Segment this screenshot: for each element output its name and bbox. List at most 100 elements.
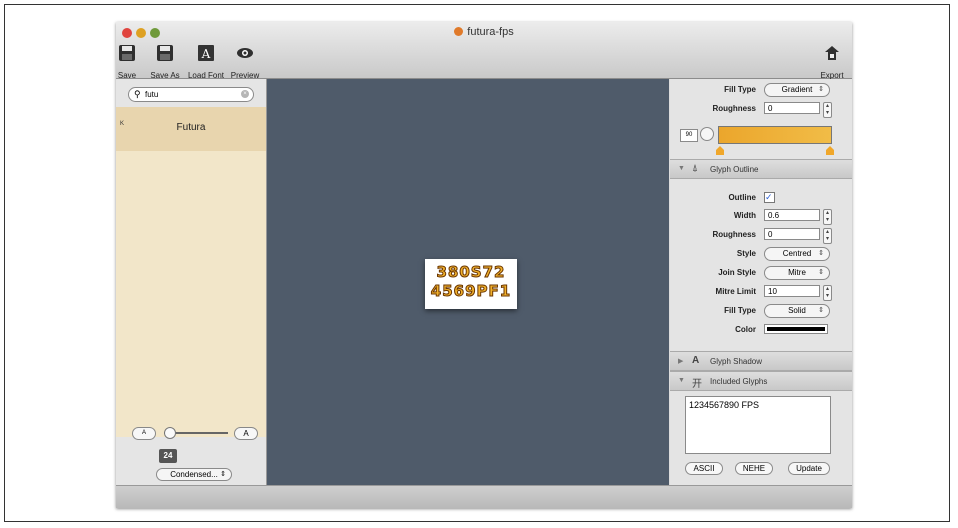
eye-icon — [237, 48, 253, 58]
select-arrows-icon: ⇕ — [220, 471, 226, 478]
font-search-field[interactable]: ⚲ futu × — [128, 87, 254, 102]
font-list-item[interactable]: K Futura — [116, 107, 266, 151]
outline-color-well[interactable] — [764, 324, 828, 334]
glyphs-character-icon: 开 — [692, 379, 702, 390]
font-name: Futura — [176, 122, 206, 133]
font-style-select-value: Condensed... — [170, 470, 218, 479]
preview-canvas: 380S72 4569PF1 — [267, 79, 669, 485]
disclosure-closed-icon: ▶ — [678, 358, 684, 365]
decrease-size-button[interactable]: A — [132, 427, 156, 440]
color-swatch — [767, 327, 825, 331]
fill-type-value: Gradient — [781, 85, 813, 94]
window-title-text: futura-fps — [467, 26, 514, 38]
glyph-shadow-header[interactable]: ▶ A Glyph Shadow — [670, 351, 852, 371]
shadow-a-icon: A — [692, 355, 700, 366]
select-arrows-icon: ⇕ — [818, 269, 824, 276]
font-size-value: 24 — [159, 449, 177, 463]
disclosure-open-icon: ▼ — [678, 377, 685, 384]
gradient-angle-dial[interactable] — [700, 127, 714, 141]
mitre-limit-input[interactable]: 10 — [764, 285, 820, 297]
preview-glyph-line-1: 380S72 — [436, 263, 506, 282]
fill-roughness-row: Roughness 0 ▴ ▾ — [670, 100, 852, 118]
font-sidebar: ⚲ futu × K Futura A A 24 Condensed... ⇕ — [116, 79, 267, 485]
ascii-button[interactable]: ASCII — [685, 462, 723, 475]
outline-style-row: Style Centred ⇕ — [670, 245, 852, 263]
outline-width-stepper[interactable]: ▴ ▾ — [823, 209, 832, 225]
outline-fill-type-select[interactable]: Solid ⇕ — [764, 304, 830, 318]
gradient-stop-left-icon[interactable] — [716, 142, 724, 160]
select-arrows-icon: ⇕ — [818, 86, 824, 93]
included-glyphs-textarea[interactable]: 1234567890 FPS — [685, 396, 831, 454]
gradient-bar[interactable] — [718, 126, 832, 144]
inspector-panel: Fill Type Gradient ⇕ Roughness 0 ▴ ▾ 90 ▼ … — [670, 79, 852, 485]
join-style-select[interactable]: Mitre ⇕ — [764, 266, 830, 280]
export-button[interactable]: Export — [816, 44, 848, 80]
save-as-button[interactable]: Save As — [146, 44, 184, 80]
glyph-outline-header[interactable]: ▼ ⍋ Glyph Outline — [670, 159, 852, 179]
select-arrows-icon: ⇕ — [818, 250, 824, 257]
status-bar — [116, 485, 852, 508]
texture-preview: 380S72 4569PF1 — [425, 259, 517, 309]
title-bar: futura-fps Save Save As A Load Font Prev… — [116, 22, 852, 80]
fill-type-label: Fill Type — [724, 85, 756, 94]
gradient-angle-input[interactable]: 90 — [680, 129, 698, 142]
join-style-value: Mitre — [788, 268, 806, 277]
outline-width-input[interactable]: 0.6 — [764, 209, 820, 221]
outline-roughness-stepper[interactable]: ▴ ▾ — [823, 228, 832, 244]
preview-button[interactable]: Preview — [228, 44, 262, 80]
included-glyphs-title: Included Glyphs — [710, 377, 768, 386]
search-input-value: futu — [145, 90, 159, 99]
disclosure-open-icon: ▼ — [678, 165, 685, 172]
fill-roughness-label: Roughness — [712, 104, 756, 113]
font-file-icon: A — [198, 45, 214, 61]
preview-glyph-line-2: 4569PF1 — [430, 282, 512, 301]
outline-style-label: Style — [736, 249, 756, 258]
outline-checkbox[interactable]: ✓ — [764, 192, 775, 203]
outline-width-row: Width 0.6 ▴ ▾ — [670, 207, 852, 225]
outline-fill-type-row: Fill Type Solid ⇕ — [670, 302, 852, 320]
font-list: K Futura — [116, 107, 266, 437]
export-icon — [825, 46, 839, 60]
floppy-disk-icon — [157, 45, 173, 61]
save-button[interactable]: Save — [116, 44, 142, 80]
outline-fill-type-label: Fill Type — [724, 306, 756, 315]
glyph-outline-title: Glyph Outline — [710, 165, 759, 174]
included-glyphs-header[interactable]: ▼ 开 Included Glyphs — [670, 371, 852, 391]
glyph-shadow-title: Glyph Shadow — [710, 357, 763, 366]
join-style-label: Join Style — [718, 268, 756, 277]
app-window: futura-fps Save Save As A Load Font Prev… — [116, 22, 852, 508]
clear-search-icon[interactable]: × — [241, 90, 249, 98]
outline-row: Outline ✓ — [670, 189, 852, 207]
outline-roughness-row: Roughness 0 ▴ ▾ — [670, 226, 852, 244]
fill-type-row: Fill Type Gradient ⇕ — [670, 81, 852, 99]
outline-roughness-input[interactable]: 0 — [764, 228, 820, 240]
search-icon: ⚲ — [134, 89, 141, 99]
outline-style-select[interactable]: Centred ⇕ — [764, 247, 830, 261]
update-button[interactable]: Update — [788, 462, 830, 475]
window-title: futura-fps — [116, 26, 852, 38]
svg-text:A: A — [201, 47, 211, 61]
outline-label: Outline — [728, 193, 756, 202]
outline-fill-type-value: Solid — [788, 306, 806, 315]
outline-color-row: Color — [670, 321, 852, 339]
font-style-select[interactable]: Condensed... ⇕ — [156, 468, 232, 481]
fill-roughness-stepper[interactable]: ▴ ▾ — [823, 102, 832, 118]
outline-a-icon: ⍋ — [692, 163, 698, 174]
mitre-limit-label: Mitre Limit — [715, 287, 756, 296]
document-icon — [454, 27, 464, 36]
mitre-limit-stepper[interactable]: ▴ ▾ — [823, 285, 832, 301]
increase-size-button[interactable]: A — [234, 427, 258, 440]
floppy-disk-icon — [119, 45, 135, 61]
outline-roughness-label: Roughness — [712, 230, 756, 239]
load-font-button[interactable]: A Load Font — [186, 44, 226, 80]
fill-roughness-input[interactable]: 0 — [764, 102, 820, 114]
outline-color-label: Color — [735, 325, 756, 334]
select-arrows-icon: ⇕ — [818, 307, 824, 314]
gradient-stop-right-icon[interactable] — [826, 142, 834, 160]
mitre-limit-row: Mitre Limit 10 ▴ ▾ — [670, 283, 852, 301]
outline-width-label: Width — [733, 211, 756, 220]
size-slider-knob[interactable] — [164, 427, 176, 439]
join-style-row: Join Style Mitre ⇕ — [670, 264, 852, 282]
fill-type-select[interactable]: Gradient ⇕ — [764, 83, 830, 97]
nehe-button[interactable]: NEHE — [735, 462, 773, 475]
